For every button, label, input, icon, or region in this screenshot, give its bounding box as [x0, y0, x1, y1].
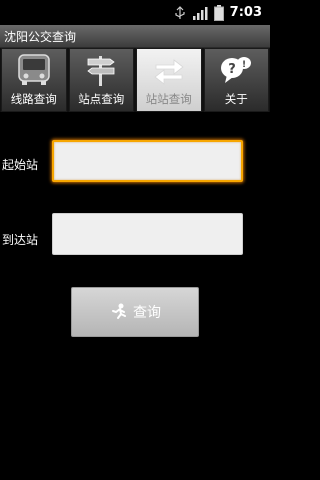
status-bar: 7:03	[0, 0, 270, 25]
question-bubble-icon: ? !	[221, 57, 252, 83]
tab-station-to-station-label: 站站查询	[145, 92, 192, 106]
tab-about-label: 关于	[224, 92, 248, 106]
query-button-label: 查询	[133, 305, 161, 321]
bus-icon	[18, 54, 50, 85]
svg-text:!: !	[242, 60, 246, 70]
start-station-label: 起始站	[2, 158, 39, 172]
tab-about[interactable]: ? ! 关于	[203, 48, 269, 112]
usb-icon	[175, 5, 185, 19]
query-button[interactable]: 查询	[71, 287, 199, 337]
tab-station-to-station-query[interactable]: 站站查询	[136, 48, 202, 112]
end-station-input[interactable]	[52, 213, 243, 255]
status-icons: 7:03	[174, 3, 262, 22]
tab-route-query[interactable]: 线路查询	[1, 48, 67, 112]
swap-arrows-icon	[154, 59, 184, 85]
svg-text:?: ?	[228, 62, 236, 77]
runner-icon	[112, 303, 126, 319]
tab-stop-query[interactable]: 站点查询	[68, 48, 134, 112]
battery-icon	[213, 4, 224, 21]
end-station-label: 到达站	[2, 233, 39, 247]
tab-stop-query-label: 站点查询	[78, 92, 125, 106]
signal-icon	[192, 6, 208, 20]
app-title-bar: 沈阳公交查询	[0, 25, 270, 48]
tab-bar: 线路查询 站点查询 站站查询 ? ! 关于	[0, 48, 270, 112]
signpost-icon	[87, 56, 115, 86]
tab-route-query-label: 线路查询	[10, 92, 57, 106]
start-station-input[interactable]	[52, 140, 243, 182]
status-time: 7:03	[229, 5, 262, 20]
app-title: 沈阳公交查询	[4, 30, 77, 44]
